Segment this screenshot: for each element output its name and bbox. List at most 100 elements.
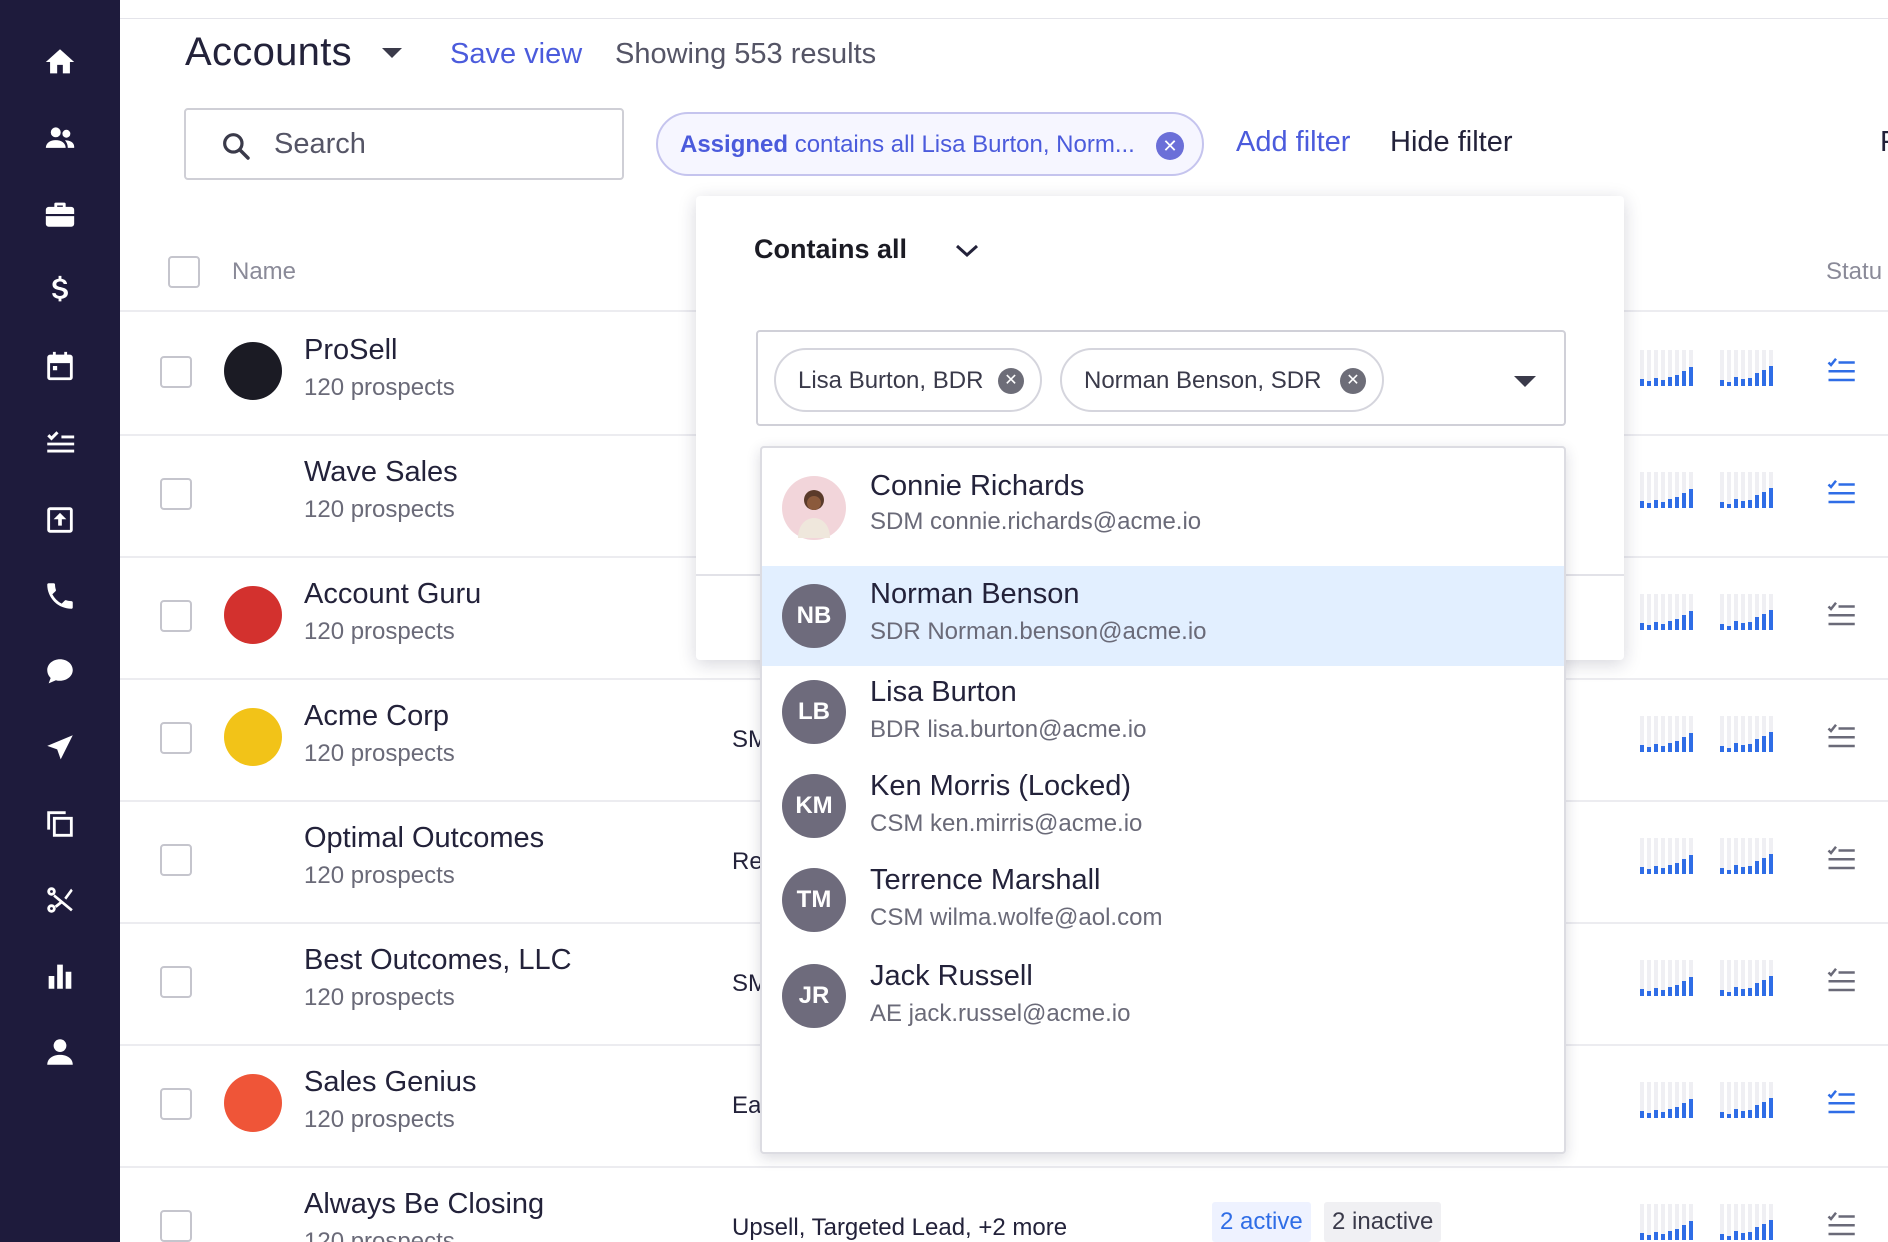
table-row[interactable]: Always Be Closing 120 prospects Upsell, Ta…: [120, 1166, 1888, 1242]
search-placeholder: Search: [274, 128, 366, 160]
assignee-option[interactable]: Connie Richards SDM connie.richards@acme.…: [762, 448, 1564, 566]
assignee-options-list: Connie Richards SDM connie.richards@acme.…: [760, 446, 1566, 1154]
people-icon[interactable]: [40, 118, 80, 158]
account-logo: [224, 586, 282, 644]
account-logo: [224, 464, 282, 522]
search-input[interactable]: Search: [184, 108, 624, 180]
tasks-icon[interactable]: [40, 424, 80, 464]
scissors-icon[interactable]: [40, 880, 80, 920]
copy-icon[interactable]: [40, 804, 80, 844]
assigned-filter-chip[interactable]: Assigned contains all Lisa Burton, Norm.…: [656, 112, 1204, 176]
phone-icon[interactable]: [40, 576, 80, 616]
send-icon[interactable]: [40, 728, 80, 768]
avatar: JR: [782, 964, 846, 1028]
selected-tag-label: Lisa Burton, BDR: [798, 367, 984, 394]
add-filter-link[interactable]: Add filter: [1236, 126, 1350, 159]
activity-sparkline: [1640, 838, 1773, 874]
assignee-option[interactable]: TM Terrence Marshall CSM wilma.wolfe@aol.c…: [762, 854, 1564, 950]
prospect-count: 120 prospects: [304, 984, 455, 1011]
column-header-name[interactable]: Name: [232, 258, 296, 286]
row-checkbox[interactable]: [160, 844, 192, 876]
activity-sparkline: [1640, 716, 1773, 752]
multiselect-caret-icon[interactable]: [1514, 376, 1536, 387]
status-list-icon[interactable]: [1826, 844, 1856, 872]
assignee-option[interactable]: NB Norman Benson SDR Norman.benson@acme.io: [762, 566, 1564, 666]
inactive-badge[interactable]: 2 inactive: [1324, 1202, 1442, 1242]
account-name[interactable]: ProSell: [304, 334, 398, 367]
remove-tag-icon[interactable]: ✕: [998, 368, 1024, 394]
chevron-down-icon[interactable]: [954, 242, 980, 260]
selected-tag: Lisa Burton, BDR ✕: [774, 348, 1042, 412]
prospect-count: 120 prospects: [304, 1106, 455, 1133]
assignee-option[interactable]: LB Lisa Burton BDR lisa.burton@acme.io: [762, 666, 1564, 760]
option-role-email: AE jack.russel@acme.io: [870, 1000, 1131, 1027]
prospect-count: 120 prospects: [304, 862, 455, 889]
activity-sparkline: [1640, 1204, 1773, 1240]
account-name[interactable]: Optimal Outcomes: [304, 822, 544, 855]
bar-chart-icon[interactable]: [40, 956, 80, 996]
option-role-email: SDR Norman.benson@acme.io: [870, 618, 1207, 645]
tags-cell: Upsell, Targeted Lead, +2 more: [732, 1214, 1068, 1241]
status-list-icon[interactable]: [1826, 1088, 1856, 1116]
account-logo: [224, 952, 282, 1010]
avatar: LB: [782, 680, 846, 744]
filter-chip-label: Assigned contains all Lisa Burton, Norm.…: [680, 131, 1135, 159]
status-list-icon[interactable]: [1826, 722, 1856, 750]
account-logo: [224, 1196, 282, 1242]
active-badge[interactable]: 2 active: [1212, 1202, 1311, 1242]
account-name[interactable]: Best Outcomes, LLC: [304, 944, 572, 977]
home-icon[interactable]: [40, 42, 80, 82]
account-name[interactable]: Always Be Closing: [304, 1188, 544, 1221]
row-checkbox[interactable]: [160, 600, 192, 632]
activity-sparkline: [1640, 1082, 1773, 1118]
top-divider: [120, 18, 1888, 19]
status-list-icon[interactable]: [1826, 478, 1856, 506]
option-name: Connie Richards: [870, 470, 1085, 502]
filter-chip-value: contains all Lisa Burton, Norm...: [788, 131, 1135, 158]
row-checkbox[interactable]: [160, 356, 192, 388]
hide-filter-link[interactable]: Hide filter: [1390, 126, 1513, 159]
prospect-count: 120 prospects: [304, 740, 455, 767]
account-name[interactable]: Account Guru: [304, 578, 481, 611]
assignee-multiselect[interactable]: Lisa Burton, BDR ✕ Norman Benson, SDR ✕: [756, 330, 1566, 426]
option-role-email: SDM connie.richards@acme.io: [870, 508, 1202, 535]
option-name: Norman Benson: [870, 578, 1080, 610]
search-icon: [223, 133, 250, 160]
account-name[interactable]: Sales Genius: [304, 1066, 477, 1099]
chat-icon[interactable]: [40, 652, 80, 692]
option-role-email: CSM ken.mirris@acme.io: [870, 810, 1143, 837]
tags-cell: Ea: [732, 1092, 762, 1119]
person-icon[interactable]: [40, 1032, 80, 1072]
save-view-link[interactable]: Save view: [450, 38, 582, 71]
remove-filter-icon[interactable]: ✕: [1156, 132, 1184, 160]
status-list-icon[interactable]: [1826, 966, 1856, 994]
option-role-email: CSM wilma.wolfe@aol.com: [870, 904, 1163, 931]
remove-tag-icon[interactable]: ✕: [1340, 368, 1366, 394]
dollar-icon[interactable]: [40, 270, 80, 310]
account-name[interactable]: Wave Sales: [304, 456, 458, 489]
option-name: Lisa Burton: [870, 676, 1017, 708]
status-list-icon[interactable]: [1826, 600, 1856, 628]
assignee-option[interactable]: JR Jack Russell AE jack.russel@acme.io: [762, 950, 1564, 1050]
row-checkbox[interactable]: [160, 1088, 192, 1120]
assignee-option[interactable]: KM Ken Morris (Locked) CSM ken.mirris@acme…: [762, 760, 1564, 854]
row-checkbox[interactable]: [160, 722, 192, 754]
tags-cell: Re: [732, 848, 763, 875]
row-checkbox[interactable]: [160, 478, 192, 510]
column-header-status[interactable]: Statu: [1826, 258, 1882, 286]
account-name[interactable]: Acme Corp: [304, 700, 449, 733]
briefcase-icon[interactable]: [40, 194, 80, 234]
select-all-checkbox[interactable]: [168, 256, 200, 288]
status-list-icon[interactable]: [1826, 356, 1856, 384]
operator-select[interactable]: Contains all: [754, 234, 907, 265]
account-logo: [224, 342, 282, 400]
account-logo: [224, 830, 282, 888]
calendar-icon[interactable]: [40, 346, 80, 386]
avatar: [782, 476, 846, 540]
upload-icon[interactable]: [40, 500, 80, 540]
status-list-icon[interactable]: [1826, 1210, 1856, 1238]
row-checkbox[interactable]: [160, 966, 192, 998]
title-dropdown-caret-icon[interactable]: [382, 48, 402, 58]
row-checkbox[interactable]: [160, 1210, 192, 1242]
prospect-count: 120 prospects: [304, 1228, 455, 1242]
